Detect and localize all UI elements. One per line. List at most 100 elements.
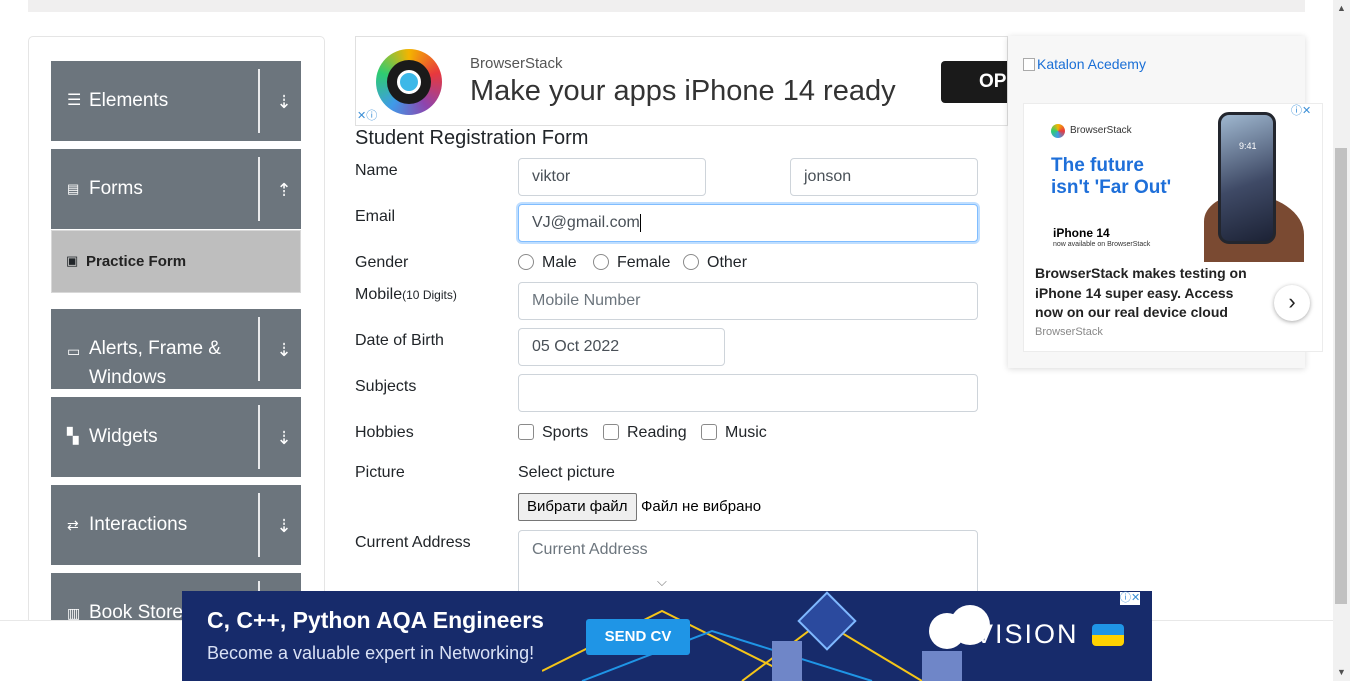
- ad-banner-top[interactable]: BrowserStack Make your apps iPhone 14 re…: [355, 36, 1008, 126]
- address-label: Current Address: [355, 534, 471, 551]
- ad-brand: BrowserStack: [470, 55, 563, 72]
- gender-female-label[interactable]: Female: [617, 254, 670, 272]
- gender-other-radio[interactable]: [683, 254, 699, 270]
- group-divider: [258, 69, 260, 133]
- top-strip: [28, 0, 1305, 12]
- ad-card-brand: BrowserStack: [1070, 125, 1132, 136]
- ad-card-headline: The future isn't 'Far Out': [1051, 155, 1171, 199]
- ad-side-panel: Katalon Acedemy BrowserStack The future i…: [1008, 36, 1323, 368]
- form-icon: ▣: [66, 253, 79, 268]
- mobile-label-text: Mobile: [355, 286, 403, 303]
- mobile-input[interactable]: Mobile Number: [518, 282, 978, 320]
- adchoices-icon[interactable]: ⓘ✕: [1120, 592, 1141, 605]
- subjects-input[interactable]: [518, 374, 978, 412]
- last-name-input[interactable]: jonson: [790, 158, 978, 196]
- sidebar-group-interactions[interactable]: ⇄ Interactions ⇣: [51, 485, 301, 565]
- phone-clock: 9:41: [1239, 141, 1257, 151]
- gender-male-radio[interactable]: [518, 254, 534, 270]
- current-address-textarea[interactable]: Current Address: [518, 530, 978, 600]
- sidebar-group-elements[interactable]: ☰ Elements ⇣: [51, 61, 301, 141]
- sidebar-item-practice-form[interactable]: ▣ Practice Form: [51, 230, 301, 293]
- select-picture-label: Select picture: [518, 464, 615, 481]
- group-divider: [258, 405, 260, 469]
- sidebar-group-title: Alerts, Frame & Windows: [89, 338, 221, 388]
- sidebar-group-alerts[interactable]: ▭ Alerts, Frame & Windows ⇣: [51, 309, 301, 389]
- collapse-arrow-icon[interactable]: ⇡: [275, 179, 293, 201]
- subjects-label: Subjects: [355, 378, 417, 395]
- phone-image: 9:41: [1218, 112, 1276, 244]
- window-icon: ▭: [67, 343, 81, 359]
- picture-label: Picture: [355, 464, 405, 481]
- sidebar-group-title: Elements: [89, 90, 169, 111]
- expand-arrow-icon[interactable]: ⇣: [275, 339, 293, 361]
- adchoices-icon[interactable]: ✕ⓘ: [357, 110, 378, 123]
- hobby-reading-checkbox[interactable]: [603, 424, 619, 440]
- scroll-down-arrow-icon[interactable]: ▼: [1333, 664, 1350, 681]
- sidebar-group-title: Interactions: [89, 514, 188, 535]
- gender-female-radio[interactable]: [593, 254, 609, 270]
- sidebar-group-widgets[interactable]: ▚ Widgets ⇣: [51, 397, 301, 477]
- form-title: Student Registration Form: [355, 127, 589, 149]
- scroll-thumb[interactable]: [1335, 148, 1347, 604]
- group-divider: [258, 493, 260, 557]
- interactions-icon: ⇄: [67, 517, 79, 533]
- ukraine-flag-icon: [1092, 624, 1124, 646]
- text-caret: [639, 213, 641, 232]
- ad-headline: Make your apps iPhone 14 ready: [470, 75, 896, 107]
- mobile-label: Mobile(10 Digits): [355, 286, 457, 304]
- mobile-hint: (10 Digits): [402, 288, 457, 302]
- browserstack-logo-icon: [1051, 124, 1065, 138]
- sidebar-item-label: Practice Form: [86, 253, 187, 270]
- gender-male-label[interactable]: Male: [542, 254, 577, 272]
- browserstack-logo-icon: [376, 49, 442, 115]
- iphone-title-text: iPhone 14: [1053, 226, 1110, 240]
- first-name-input[interactable]: viktor: [518, 158, 706, 196]
- headline-line-1: The future: [1051, 155, 1144, 176]
- katalon-ad-link[interactable]: Katalon Acedemy: [1023, 56, 1146, 72]
- gender-other-label[interactable]: Other: [707, 254, 747, 272]
- hobby-sports-checkbox[interactable]: [518, 424, 534, 440]
- ad-banner-bottom[interactable]: C, C++, Python AQA Engineers Become a va…: [182, 591, 1152, 681]
- page-scrollbar[interactable]: ▲ ▼: [1333, 0, 1350, 681]
- group-divider: [258, 317, 260, 381]
- document-icon: ▤: [67, 181, 80, 196]
- hobby-reading-label[interactable]: Reading: [627, 424, 687, 442]
- hobby-music-checkbox[interactable]: [701, 424, 717, 440]
- ad-bottom-subtitle: Become a valuable expert in Networking!: [207, 643, 535, 663]
- hobbies-label: Hobbies: [355, 424, 414, 441]
- next-arrow-button[interactable]: ›: [1274, 285, 1310, 321]
- adchoices-icon[interactable]: ⓘ✕: [1291, 105, 1312, 118]
- expand-arrow-icon[interactable]: ⇣: [275, 515, 293, 537]
- ad-open-button[interactable]: OPEN: [941, 61, 1007, 103]
- chevron-down-icon: ⌵: [657, 574, 667, 589]
- ad-card-image: BrowserStack The future isn't 'Far Out' i…: [1024, 104, 1322, 262]
- name-label: Name: [355, 162, 398, 179]
- sidebar-group-title: Forms: [89, 178, 143, 199]
- expand-arrow-icon[interactable]: ⇣: [275, 427, 293, 449]
- email-label: Email: [355, 208, 396, 225]
- widgets-icon: ▚: [67, 428, 79, 445]
- sidebar: ☰ Elements ⇣ ▤ Forms ⇡ ▣ Practice Form ▭…: [28, 36, 325, 636]
- ad-card[interactable]: BrowserStack The future isn't 'Far Out' i…: [1023, 103, 1323, 352]
- hobby-music-label[interactable]: Music: [725, 424, 767, 442]
- iphone-title: iPhone 14: [1053, 226, 1110, 240]
- headline-line-2: isn't 'Far Out': [1051, 177, 1172, 198]
- sidebar-group-forms[interactable]: ▤ Forms ⇡: [51, 149, 301, 229]
- ad-bottom-title: C, C++, Python AQA Engineers: [207, 607, 544, 633]
- broken-image-alt: Katalon Acedemy: [1037, 56, 1146, 72]
- expand-arrow-icon[interactable]: ⇣: [275, 91, 293, 113]
- send-cv-button[interactable]: SEND CV: [586, 619, 690, 655]
- plvision-logo: PLVISION: [940, 619, 1079, 649]
- choose-file-button[interactable]: Вибрати файл: [518, 493, 637, 521]
- hobby-sports-label[interactable]: Sports: [542, 424, 588, 442]
- email-value: VJ@gmail.com: [532, 214, 640, 231]
- gender-label: Gender: [355, 254, 409, 271]
- file-status: Файл не вибрано: [641, 498, 762, 515]
- sidebar-group-title: Widgets: [89, 426, 158, 447]
- iphone-subtitle: now available on BrowserStack: [1053, 241, 1151, 248]
- dob-label: Date of Birth: [355, 332, 444, 349]
- dob-input[interactable]: 05 Oct 2022: [518, 328, 725, 366]
- scroll-up-arrow-icon[interactable]: ▲: [1333, 0, 1350, 17]
- group-divider: [258, 157, 260, 221]
- email-input[interactable]: VJ@gmail.com: [518, 204, 978, 242]
